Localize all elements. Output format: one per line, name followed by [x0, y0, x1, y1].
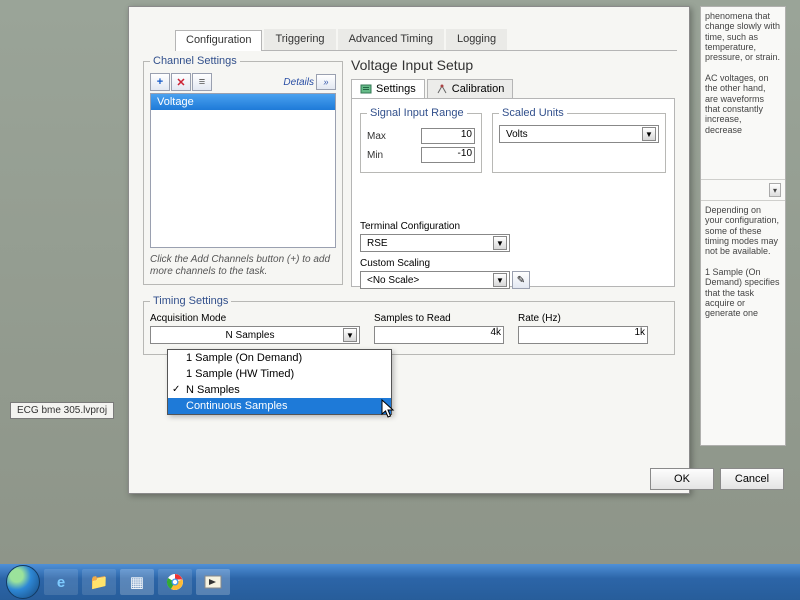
start-button[interactable] [6, 565, 40, 599]
app-icon: ▦ [130, 573, 144, 591]
taskbar-ie[interactable]: e [44, 569, 78, 595]
help-text-bottom: Depending on your configuration, some of… [701, 201, 785, 401]
acquisition-mode-dropdown[interactable]: 1 Sample (On Demand) 1 Sample (HW Timed)… [167, 349, 392, 415]
scaled-units-combo[interactable]: Volts ▼ [499, 125, 659, 143]
main-tabstrip: Configuration Triggering Advanced Timing… [175, 29, 677, 51]
settings-icon [360, 83, 372, 95]
min-input[interactable]: -10 [421, 147, 475, 163]
custom-scaling-wizard-button[interactable]: ✎ [512, 271, 530, 289]
taskbar-chrome[interactable] [158, 569, 192, 595]
acq-option-continuous[interactable]: Continuous Samples [168, 398, 391, 414]
remove-channel-button[interactable]: ✕ [171, 73, 191, 91]
details-label: Details [283, 77, 314, 88]
subtab-settings[interactable]: Settings [351, 79, 425, 98]
calibration-icon [436, 83, 448, 95]
chevron-down-icon: ▾ [773, 186, 777, 195]
rate-input[interactable]: 1k [518, 326, 648, 344]
channel-list-button[interactable]: ≡ [192, 73, 212, 91]
x-icon: ✕ [176, 76, 185, 89]
taskbar-labview[interactable] [196, 569, 230, 595]
terminal-config-label: Terminal Configuration [360, 221, 666, 232]
acquisition-mode-combo[interactable]: N Samples ▼ [150, 326, 360, 344]
signal-input-range-group: Signal Input Range Max 10 Min -10 [360, 107, 482, 173]
subtab-calibration[interactable]: Calibration [427, 79, 514, 98]
tab-triggering[interactable]: Triggering [264, 29, 335, 50]
custom-scaling-combo[interactable]: <No Scale> ▼ [360, 271, 510, 289]
labview-icon [204, 573, 222, 591]
chevron-down-icon: ▼ [493, 273, 507, 287]
help-text-top: phenomena that change slowly with time, … [701, 7, 785, 179]
chevron-right-icon: » [323, 77, 328, 87]
add-channel-button[interactable]: + [150, 73, 170, 91]
signal-range-legend: Signal Input Range [367, 107, 467, 119]
list-icon: ≡ [199, 76, 205, 88]
samples-to-read-input[interactable]: 4k [374, 326, 504, 344]
folder-icon: 📁 [90, 573, 109, 591]
chevron-down-icon: ▼ [343, 328, 357, 342]
tab-advanced-timing[interactable]: Advanced Timing [338, 29, 444, 50]
scaled-units-group: Scaled Units Volts ▼ [492, 107, 666, 173]
max-label: Max [367, 131, 386, 142]
channel-hint-text: Click the Add Channels button (+) to add… [150, 254, 336, 278]
channel-item-voltage[interactable]: Voltage [151, 94, 335, 110]
min-label: Min [367, 150, 383, 161]
scaled-units-legend: Scaled Units [499, 107, 567, 119]
wand-icon: ✎ [517, 275, 525, 286]
ok-button[interactable]: OK [650, 468, 714, 490]
timing-settings-group: Timing Settings Acquisition Mode N Sampl… [143, 295, 675, 355]
timing-legend: Timing Settings [150, 295, 231, 307]
acq-option-hw-timed[interactable]: 1 Sample (HW Timed) [168, 366, 391, 382]
channel-settings-legend: Channel Settings [150, 55, 240, 67]
cancel-button[interactable]: Cancel [720, 468, 784, 490]
taskbar[interactable]: e 📁 ▦ [0, 564, 800, 600]
channel-list[interactable]: Voltage [150, 93, 336, 248]
acq-option-n-samples[interactable]: N Samples [168, 382, 391, 398]
help-panel: phenomena that change slowly with time, … [700, 6, 786, 446]
tab-logging[interactable]: Logging [446, 29, 507, 50]
ie-icon: e [57, 574, 65, 591]
setup-title: Voltage Input Setup [351, 57, 675, 73]
chrome-icon [166, 573, 184, 591]
max-input[interactable]: 10 [421, 128, 475, 144]
acq-option-on-demand[interactable]: 1 Sample (On Demand) [168, 350, 391, 366]
terminal-config-combo[interactable]: RSE ▼ [360, 234, 510, 252]
help-scroll-button[interactable]: ▾ [769, 183, 781, 197]
rate-label: Rate (Hz) [518, 313, 648, 324]
project-file-tag: ECG bme 305.lvproj [10, 402, 114, 419]
taskbar-explorer[interactable]: 📁 [82, 569, 116, 595]
chevron-down-icon: ▼ [642, 127, 656, 141]
acquisition-mode-label: Acquisition Mode [150, 313, 360, 324]
custom-scaling-label: Custom Scaling [360, 258, 666, 269]
details-expand-button[interactable]: » [316, 74, 336, 90]
tab-configuration[interactable]: Configuration [175, 30, 262, 51]
samples-to-read-label: Samples to Read [374, 313, 504, 324]
daq-config-dialog: Configuration Triggering Advanced Timing… [128, 6, 690, 494]
chevron-down-icon: ▼ [493, 236, 507, 250]
channel-settings-group: Channel Settings + ✕ ≡ Details » Voltage… [143, 55, 343, 285]
plus-icon: + [157, 76, 163, 88]
taskbar-app1[interactable]: ▦ [120, 569, 154, 595]
